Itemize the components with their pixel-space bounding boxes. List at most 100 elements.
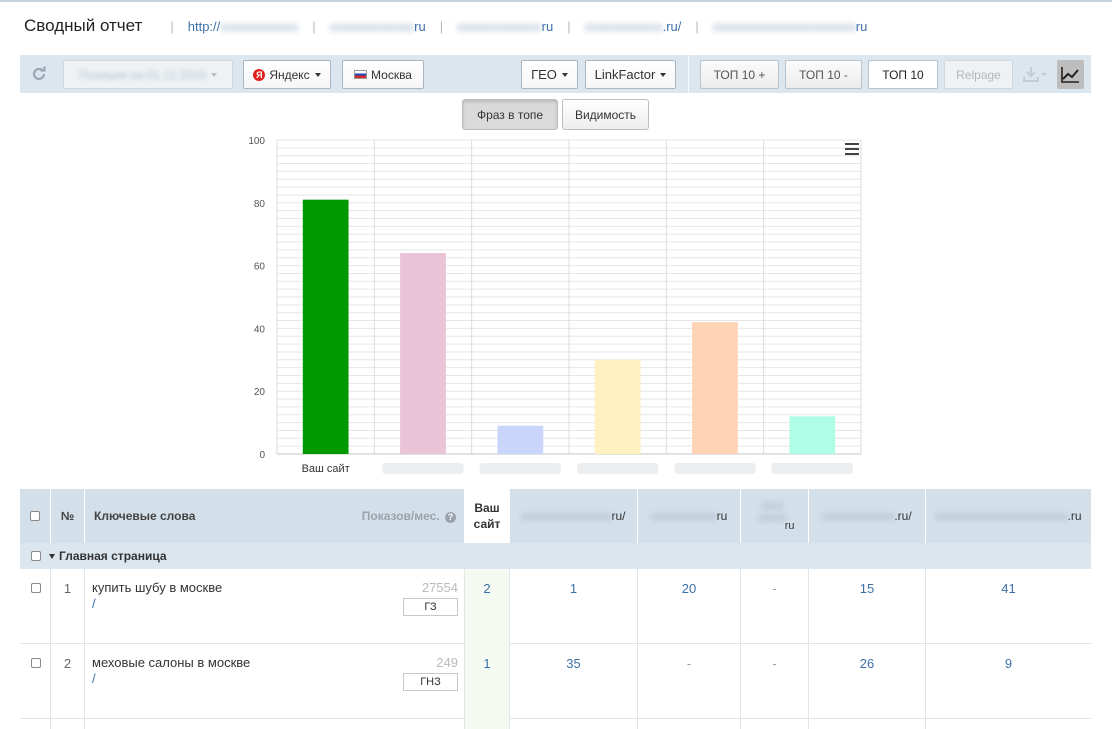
- divider: |: [695, 18, 699, 34]
- date-select[interactable]: Позиции на 01.12.2015: [63, 60, 233, 89]
- site-link-suffix: ru: [855, 18, 868, 34]
- russia-flag-icon: [354, 70, 368, 79]
- top10-plus-button[interactable]: ТОП 10 +: [700, 60, 779, 89]
- competitor-4-position-cell: 26: [809, 644, 926, 719]
- yandex-logo-icon: Я: [253, 68, 266, 81]
- tab-phrases-label: Фраз в топе: [476, 107, 544, 122]
- row-checkbox[interactable]: [31, 658, 41, 668]
- divider: |: [170, 18, 174, 34]
- y-tick-label: 20: [254, 387, 266, 398]
- site-link-prefix: http://: [187, 18, 221, 34]
- site-link-3[interactable]: xxxxxxxxxxxxxru: [457, 19, 553, 34]
- query-type-badge: ГЗ: [403, 598, 458, 616]
- blurred-domain: xxxxxxxxxxxxx: [457, 18, 542, 34]
- chart-toggle-icon[interactable]: [1057, 60, 1084, 89]
- tab-visibility[interactable]: Видимость: [562, 99, 649, 130]
- blurred-domain: xxxxxxxxxxxxx: [329, 18, 415, 34]
- geo-select[interactable]: ГЕО: [521, 60, 578, 89]
- keyword-url-link[interactable]: /: [92, 671, 96, 686]
- row-checkbox[interactable]: [31, 583, 41, 593]
- competitor-position[interactable]: 35: [510, 656, 637, 671]
- header-competitor-2[interactable]: xxxxxxxxxxx ru: [638, 489, 741, 543]
- tab-visibility-label: Видимость: [574, 107, 637, 122]
- row-number: 2: [63, 656, 72, 671]
- caret-down-icon[interactable]: [49, 553, 55, 559]
- impressions-value: 27554: [421, 580, 458, 595]
- competitor-3-position-cell: -: [741, 644, 809, 719]
- keyword-text: меховые салоны в москве: [92, 655, 251, 670]
- group-checkbox[interactable]: [31, 551, 41, 561]
- divider: |: [439, 18, 444, 34]
- competitor-3-suffix: ru: [784, 520, 795, 532]
- chart-grid: [276, 139, 862, 455]
- header-number-label: №: [60, 509, 75, 523]
- chevron-down-icon: [660, 72, 667, 77]
- competitor-5-suffix: .ru: [1067, 509, 1082, 523]
- competitor-position[interactable]: 1: [510, 581, 637, 596]
- competitor-position[interactable]: 9: [926, 656, 1091, 671]
- competitor-1-position-cell: 1: [510, 569, 638, 644]
- menu-icon[interactable]: [844, 142, 860, 156]
- keyword-url-link[interactable]: /: [92, 596, 96, 611]
- blurred-domain: xxxxxxxxxxxxxxx: [521, 509, 612, 523]
- header-competitor-4[interactable]: xxxxxxxxxxxx .ru/: [809, 489, 926, 543]
- your-site-position-cell: 1: [465, 644, 510, 719]
- row-number-cell: [51, 719, 85, 729]
- your-site-position-cell: 2: [465, 569, 510, 644]
- divider: |: [312, 18, 316, 34]
- row-keyword-cell: купить шубу в москве / 27554 ГЗ: [85, 569, 465, 644]
- group-row[interactable]: Главная страница: [20, 543, 1091, 569]
- site-link-1[interactable]: http://xxxxxxxxxxxx: [188, 19, 299, 34]
- header-competitor-1[interactable]: xxxxxxxxxxxxxxx ru/: [510, 489, 638, 543]
- region-button[interactable]: Москва: [342, 60, 424, 89]
- search-engine-select[interactable]: Я Яндекс: [243, 60, 331, 89]
- header-keywords-label: Ключевые слова: [94, 509, 196, 523]
- blurred-domain: xxxxxxxxxxx: [650, 509, 717, 523]
- competitor-5-position-cell: [926, 719, 1091, 729]
- chart-bar: [789, 416, 836, 454]
- header-keywords: Ключевые слова Показов/мес. ?: [85, 489, 465, 543]
- competitor-4-position-cell: 15: [809, 569, 926, 644]
- competitor-position[interactable]: 15: [809, 581, 925, 596]
- top10-minus-button[interactable]: ТОП 10 -: [785, 60, 862, 89]
- header-impressions[interactable]: Показов/мес. ?: [362, 509, 456, 523]
- page-header: Сводный отчет | http://xxxxxxxxxxxx | xx…: [24, 14, 867, 38]
- blurred-domain: xxxxxxxxxxxxxxxxxxxxxx: [935, 509, 1068, 523]
- row-number: 1: [63, 581, 72, 596]
- y-tick-label: 0: [259, 450, 265, 461]
- competitor-position[interactable]: 41: [926, 581, 1091, 596]
- competitor-position[interactable]: 20: [638, 581, 740, 596]
- chart-bar: [400, 253, 446, 454]
- refresh-icon[interactable]: [30, 65, 48, 83]
- site-link-2[interactable]: xxxxxxxxxxxxxru: [330, 19, 426, 34]
- query-type-badge: ГНЗ: [403, 673, 458, 691]
- header-competitor-3[interactable]: xxxx xxxxx ru: [741, 489, 809, 543]
- competitor-2-position-cell: 20: [638, 569, 741, 644]
- top10-button[interactable]: ТОП 10: [868, 60, 938, 89]
- help-icon[interactable]: ?: [445, 512, 456, 523]
- download-icon[interactable]: [1023, 65, 1049, 83]
- top10-label: ТОП 10: [882, 67, 924, 82]
- y-tick-label: 80: [254, 199, 266, 210]
- linkfactor-select[interactable]: LinkFactor: [585, 60, 676, 89]
- competitor-position: -: [772, 581, 777, 596]
- tab-phrases-in-top[interactable]: Фраз в топе: [462, 99, 558, 130]
- site-link-5[interactable]: xxxxxxxxxxxxxxxxxxxxxxru: [713, 19, 868, 34]
- site-link-4[interactable]: xxxxxxxxxxxx.ru/: [585, 19, 682, 34]
- competitor-position[interactable]: 26: [809, 656, 925, 671]
- relpage-button[interactable]: Relpage: [944, 60, 1013, 89]
- your-site-position[interactable]: 1: [465, 656, 509, 671]
- header-your-site[interactable]: Ваш сайт: [465, 489, 510, 543]
- your-site-position[interactable]: 2: [465, 581, 509, 596]
- competitor-4-position-cell: [809, 719, 926, 729]
- y-tick-label: 40: [254, 324, 266, 335]
- select-all-checkbox[interactable]: [30, 511, 40, 521]
- keyword-text: купить шубу в москве: [92, 580, 223, 595]
- site-link-suffix: .ru/: [662, 18, 682, 34]
- site-link-suffix: ru: [414, 18, 426, 34]
- site-link-suffix: ru: [541, 18, 554, 34]
- bar-chart: 0 20 40 60 80 100 Ваш сайт: [248, 136, 862, 475]
- competitor-2-position-cell: [638, 719, 741, 729]
- top10-plus-label: ТОП 10 +: [713, 67, 766, 82]
- header-competitor-5[interactable]: xxxxxxxxxxxxxxxxxxxxxx .ru: [926, 489, 1091, 543]
